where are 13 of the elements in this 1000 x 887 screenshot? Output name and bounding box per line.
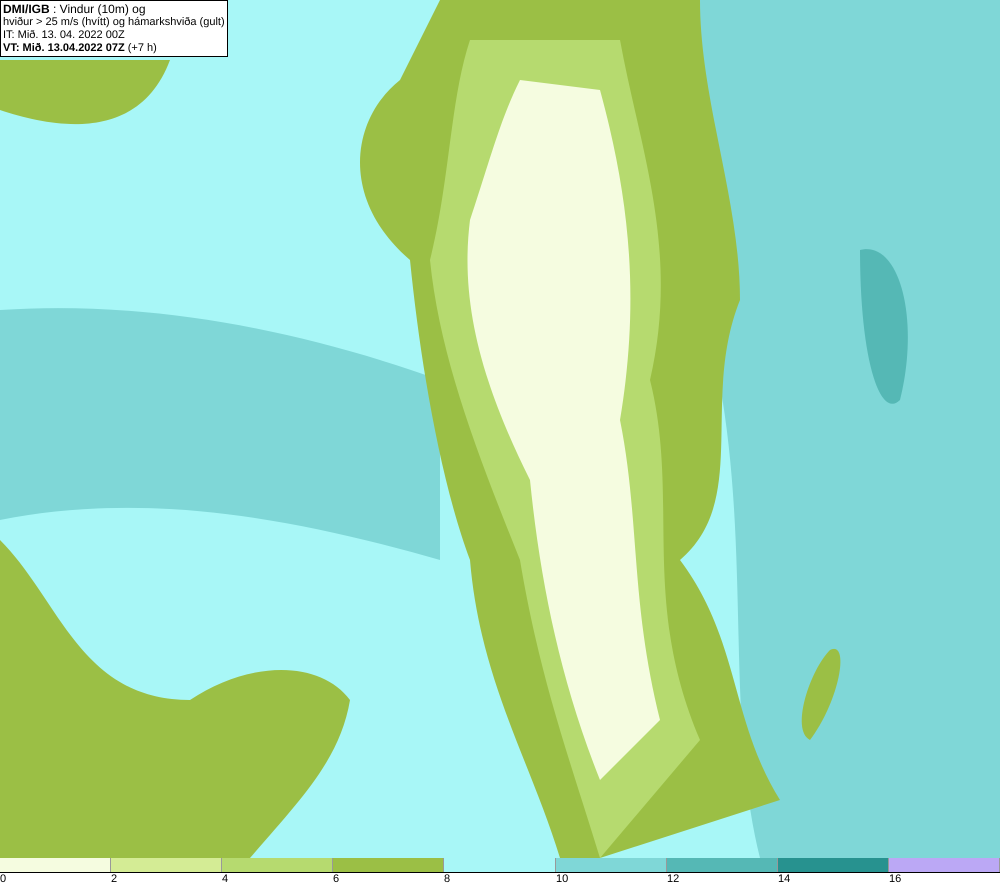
legend-label: 6 <box>333 873 340 886</box>
legend-label: 12 <box>667 873 680 886</box>
title-line: VT: Mið. 13.04.2022 07Z (+7 h) <box>3 42 158 55</box>
legend-label: 0 <box>0 873 6 886</box>
title-line: DMI/IGB : Vindur (10m) og <box>3 2 146 16</box>
legend-label: 16 <box>889 873 902 886</box>
legend-label: 10 <box>556 873 568 886</box>
title-line: hviður > 25 m/s (hvítt) og hámarkshviða (gult) <box>3 16 225 29</box>
title-line: IT: Mið. 13. 04. 2022 00Z <box>3 29 126 42</box>
legend-label: 8 <box>444 873 450 886</box>
legend-label: 14 <box>778 873 790 886</box>
legend-label: 2 <box>111 873 118 886</box>
legend-label: 4 <box>222 873 228 886</box>
